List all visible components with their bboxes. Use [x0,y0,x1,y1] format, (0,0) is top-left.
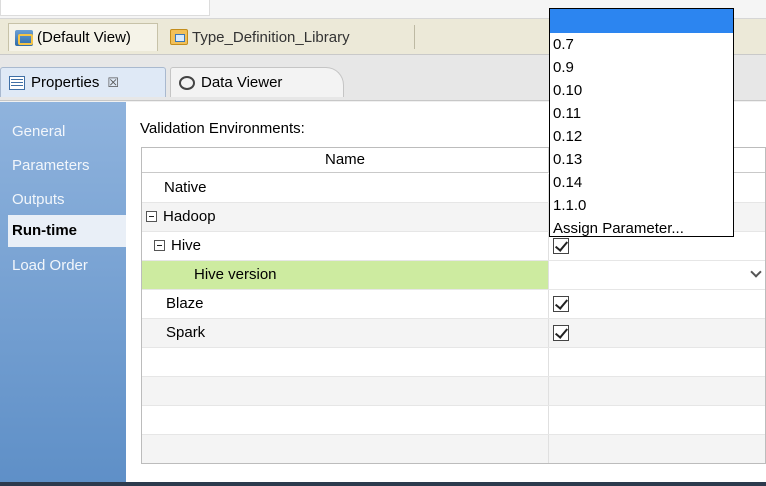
dropdown-option[interactable]: 0.13 [550,148,733,171]
dropdown-option[interactable]: 0.7 [550,33,733,56]
empty-row [142,377,765,406]
dropdown-option[interactable]: 0.11 [550,102,733,125]
dropdown-option[interactable]: 0.14 [550,171,733,194]
empty-row [142,406,765,435]
sidebar-item-load-order[interactable]: Load Order [8,250,126,282]
chevron-down-icon[interactable] [751,268,761,278]
data-viewer-icon [179,75,195,90]
bottom-border [0,482,766,486]
hive-version-select[interactable] [550,261,765,289]
table-row[interactable]: Blaze [142,290,765,319]
dropdown-option[interactable]: 0.10 [550,79,733,102]
dropdown-option[interactable]: 0.12 [550,125,733,148]
sidebar-item-run-time[interactable]: Run-time [8,215,126,247]
table-row[interactable]: Hive version [142,261,765,290]
empty-row [142,435,765,463]
row-label: Native [142,174,549,202]
row-label-cell: Hive [142,232,549,260]
hive-checkbox[interactable] [553,238,569,254]
dropdown-option-blank[interactable] [550,9,733,33]
dropdown-option-assign-parameter[interactable]: Assign Parameter... [550,217,733,240]
row-label: Hive version [142,261,549,289]
spark-checkbox[interactable] [553,325,569,341]
empty-cell [142,377,549,405]
empty-cell [142,435,549,463]
sidebar-item-parameters[interactable]: Parameters [8,150,126,182]
dropdown-option[interactable]: 1.1.0 [550,194,733,217]
views-icon [15,29,33,46]
empty-row [142,348,765,377]
dropdown-option[interactable]: 0.9 [550,56,733,79]
tab-properties[interactable]: Properties ☒ [0,67,166,97]
collapse-icon[interactable] [146,211,157,222]
sidebar-item-outputs[interactable]: Outputs [8,184,126,216]
folder-icon [170,29,188,45]
tab-data-viewer-label: Data Viewer [201,74,283,91]
tab-divider [414,25,415,49]
empty-cell [142,406,549,434]
tab-default-view-label: (Default View) [37,29,131,46]
empty-cell [142,348,549,376]
sidebar-item-general[interactable]: General [8,116,126,148]
top-blank-panel [0,0,210,16]
row-value [550,290,765,318]
tab-type-definition-library-label: Type_Definition_Library [192,28,350,46]
row-label: Spark [142,319,549,347]
tab-properties-label: Properties [31,74,100,91]
hive-version-dropdown: 0.7 0.9 0.10 0.11 0.12 0.13 0.14 1.1.0 A… [549,8,734,237]
tab-data-viewer[interactable]: Data Viewer [170,67,344,97]
tab-default-view[interactable]: (Default View) [8,23,158,51]
table-row[interactable]: Spark [142,319,765,348]
section-label: Validation Environments: [140,120,305,137]
row-label: Hadoop [163,208,216,225]
row-label-cell: Hadoop [142,203,549,231]
column-header-name[interactable]: Name [142,148,549,173]
properties-icon [9,75,25,90]
tab-type-definition-library[interactable]: Type_Definition_Library [164,23,414,51]
row-value [550,319,765,347]
blaze-checkbox[interactable] [553,296,569,312]
close-icon[interactable]: ☒ [107,75,119,91]
properties-sidebar: General Parameters Outputs Run-time Load… [0,102,126,486]
collapse-icon[interactable] [154,240,165,251]
row-label: Hive [171,237,202,254]
row-label: Blaze [142,290,549,318]
